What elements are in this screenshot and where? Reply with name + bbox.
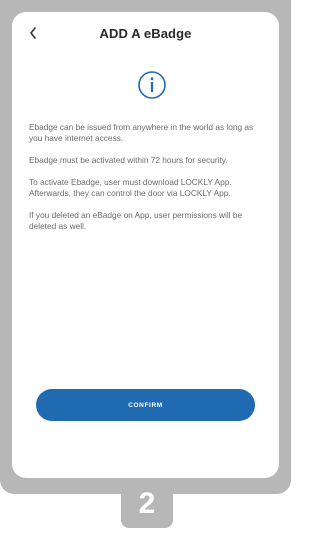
info-paragraph: Ebadge can be issued from anywhere in th… (29, 122, 254, 143)
page-title: ADD A eBadge (99, 26, 192, 41)
app-screen: ADD A eBadge Ebadge can be issued from a… (12, 12, 279, 478)
info-circle-icon (137, 70, 167, 100)
step-number-badge: 2 (121, 480, 173, 528)
info-paragraph: To activate Ebadge, user must download L… (29, 177, 232, 198)
phone-frame: ADD A eBadge Ebadge can be issued from a… (0, 0, 291, 494)
info-paragraph: If you deleted an eBadge on App, user pe… (29, 210, 243, 231)
info-paragraph: Ebadge must be activated within 72 hours… (29, 155, 228, 165)
confirm-button[interactable]: CONFIRM (36, 389, 255, 421)
info-text: Ebadge can be issued from anywhere in th… (29, 122, 267, 243)
